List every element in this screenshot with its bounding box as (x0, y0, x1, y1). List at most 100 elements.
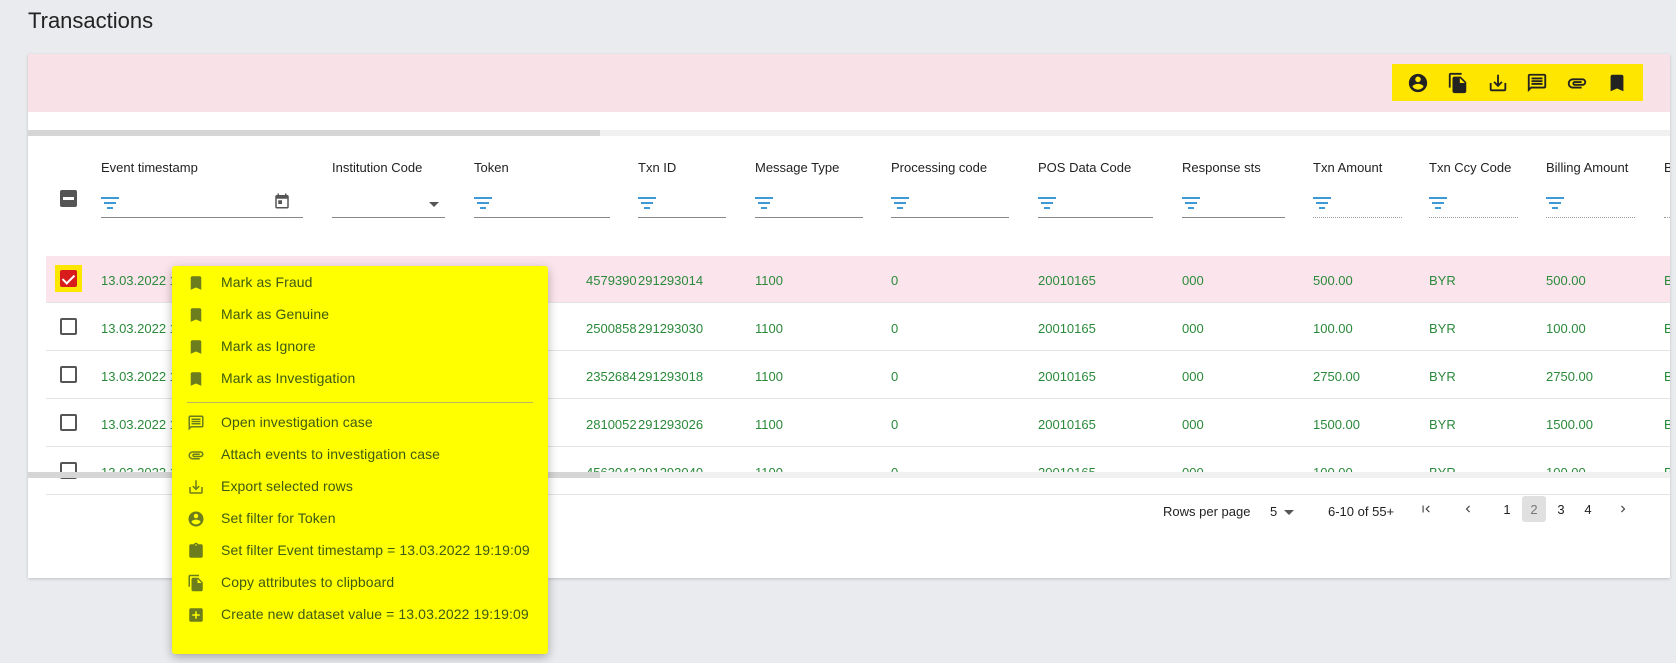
page-button-4[interactable]: 4 (1576, 496, 1600, 522)
page-button-2[interactable]: 2 (1522, 496, 1546, 522)
col-header-pos-data-code[interactable]: POS Data Code (1038, 160, 1131, 175)
cell-token: 2500858 (586, 321, 637, 336)
prev-page-button[interactable] (1456, 496, 1480, 522)
cell-more: B (1664, 417, 1670, 432)
col-header-token[interactable]: Token (474, 160, 509, 175)
filter-token[interactable] (474, 190, 610, 218)
menu-item-mark-ignore[interactable]: Mark as Ignore (172, 332, 548, 363)
filter-billing-amount[interactable] (1546, 190, 1635, 218)
row-checkbox[interactable] (60, 318, 77, 335)
filter-processing-code[interactable] (891, 190, 1009, 218)
row-checkbox-highlight (55, 265, 82, 292)
col-header-message-type[interactable]: Message Type (755, 160, 839, 175)
attachment-icon (187, 446, 205, 464)
bookmark-icon (187, 274, 205, 292)
rows-per-page-select[interactable]: 5 (1270, 504, 1277, 519)
scrollbar-thumb[interactable] (28, 130, 600, 136)
download-icon (187, 478, 205, 496)
filter-more[interactable] (1664, 190, 1670, 218)
filter-response-sts[interactable] (1182, 190, 1285, 218)
menu-item-mark-genuine[interactable]: Mark as Genuine (172, 300, 548, 331)
message-icon (187, 414, 205, 432)
chevron-down-icon[interactable] (1284, 510, 1294, 515)
menu-item-label: Mark as Genuine (221, 306, 330, 322)
account-circle-icon[interactable] (1407, 72, 1429, 94)
menu-item-label: Open investigation case (221, 414, 373, 430)
filter-icon (1313, 196, 1331, 210)
col-header-processing-code[interactable]: Processing code (891, 160, 987, 175)
page-button-1[interactable]: 1 (1495, 496, 1519, 522)
page-title: Transactions (28, 8, 154, 33)
bookmark-icon[interactable] (1606, 72, 1628, 94)
cell-pos-data-code: 20010165 (1038, 417, 1096, 432)
row-checkbox[interactable] (60, 414, 77, 431)
col-header-txn-id[interactable]: Txn ID (638, 160, 676, 175)
menu-item-label: Attach events to investigation case (221, 446, 441, 462)
col-header-billing-amount[interactable]: Billing Amount (1546, 160, 1628, 175)
cell-txn-id: 291293030 (638, 321, 704, 336)
menu-item-filter-timestamp[interactable]: Set filter Event timestamp = 13.03.2022 … (172, 536, 548, 567)
download-icon[interactable] (1487, 72, 1509, 94)
menu-item-attach-events[interactable]: Attach events to investigation case (172, 440, 548, 471)
cell-more: B (1664, 321, 1670, 336)
cell-txn-id: 291293014 (638, 273, 704, 288)
menu-item-label: Set filter Event timestamp = 13.03.2022 … (221, 542, 530, 558)
page-button-3[interactable]: 3 (1549, 496, 1573, 522)
menu-item-create-dataset-value[interactable]: Create new dataset value = 13.03.2022 19… (172, 600, 548, 631)
col-header-event-timestamp[interactable]: Event timestamp (101, 160, 198, 175)
filter-txn-ccy-code[interactable] (1429, 190, 1518, 218)
message-icon[interactable] (1526, 72, 1548, 94)
filter-icon (1038, 196, 1056, 210)
cell-txn-id: 291293018 (638, 369, 704, 384)
cell-response-sts: 000 (1182, 369, 1204, 384)
menu-item-label: Set filter for Token (221, 510, 336, 526)
copy-document-icon[interactable] (1447, 72, 1469, 94)
menu-item-label: Mark as Ignore (221, 338, 316, 354)
attachment-icon[interactable] (1566, 72, 1588, 94)
cell-message-type: 1100 (755, 273, 783, 288)
panel-toolbar (28, 54, 1670, 112)
menu-item-mark-investigation[interactable]: Mark as Investigation (172, 364, 548, 395)
first-page-button[interactable] (1414, 496, 1438, 522)
cell-txn-ccy-code: BYR (1429, 369, 1456, 384)
menu-item-mark-fraud[interactable]: Mark as Fraud (172, 268, 548, 299)
col-header-txn-ccy-code[interactable]: Txn Ccy Code (1429, 160, 1511, 175)
account-circle-icon (187, 510, 205, 528)
menu-item-filter-token[interactable]: Set filter for Token (172, 504, 548, 535)
menu-item-label: Mark as Investigation (221, 370, 356, 386)
cell-token: 2810052 (586, 417, 637, 432)
menu-item-label: Mark as Fraud (221, 274, 313, 290)
filter-txn-amount[interactable] (1313, 190, 1402, 218)
cell-billing-amount: 1500.00 (1546, 417, 1593, 432)
filter-pos-data-code[interactable] (1038, 190, 1153, 218)
next-page-button[interactable] (1611, 496, 1635, 522)
col-header-txn-amount[interactable]: Txn Amount (1313, 160, 1382, 175)
filter-message-type[interactable] (755, 190, 863, 218)
menu-divider (187, 402, 533, 403)
row-checkbox[interactable] (60, 270, 77, 287)
cell-txn-id: 291293026 (638, 417, 704, 432)
select-all-checkbox[interactable] (60, 190, 77, 207)
cell-more: B (1664, 273, 1670, 288)
cell-billing-amount: 100.00 (1546, 321, 1586, 336)
menu-item-label: Export selected rows (221, 478, 353, 494)
filter-event-timestamp[interactable] (101, 190, 303, 218)
col-header-response-sts[interactable]: Response sts (1182, 160, 1261, 175)
cell-message-type: 1100 (755, 321, 783, 336)
horizontal-scrollbar-top[interactable] (28, 130, 1670, 136)
row-checkbox[interactable] (60, 366, 77, 383)
cell-txn-amount: 500.00 (1313, 273, 1353, 288)
cell-pos-data-code: 20010165 (1038, 321, 1096, 336)
menu-item-copy-attributes[interactable]: Copy attributes to clipboard (172, 568, 548, 599)
cell-pos-data-code: 20010165 (1038, 273, 1096, 288)
calendar-icon[interactable] (273, 192, 291, 210)
filter-icon (755, 196, 773, 210)
filter-txn-id[interactable] (638, 190, 726, 218)
context-menu: Mark as Fraud Mark as Genuine Mark as Ig… (172, 266, 548, 654)
col-header-more[interactable]: B (1664, 160, 1670, 175)
filter-institution-code[interactable] (332, 190, 445, 218)
menu-item-export-rows[interactable]: Export selected rows (172, 472, 548, 503)
cell-response-sts: 000 (1182, 417, 1204, 432)
col-header-institution-code[interactable]: Institution Code (332, 160, 422, 175)
menu-item-open-investigation[interactable]: Open investigation case (172, 408, 548, 439)
